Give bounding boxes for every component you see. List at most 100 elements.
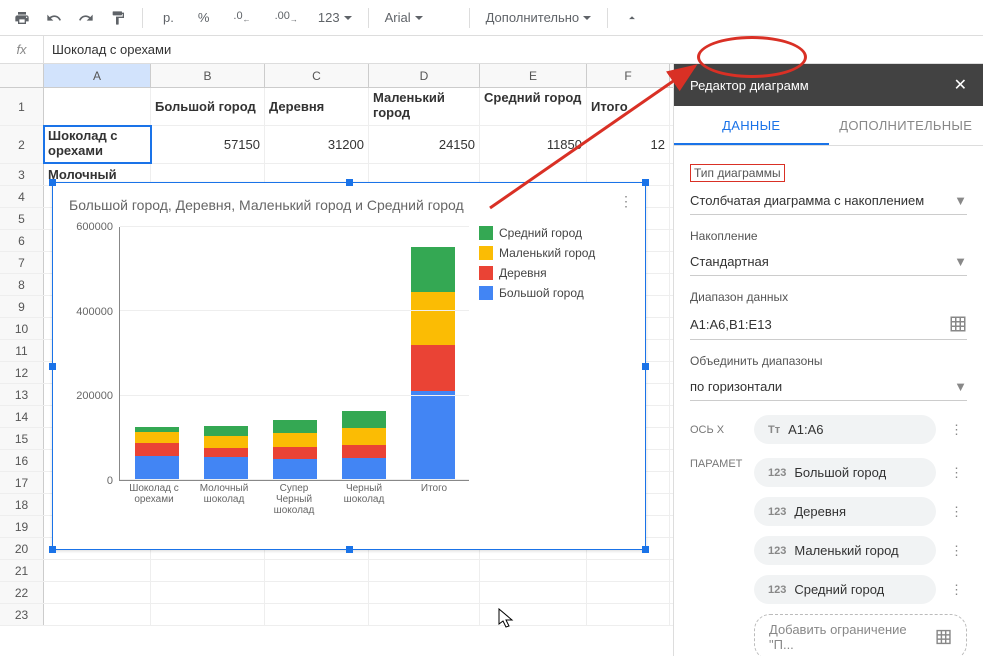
series-chip[interactable]: 123Большой город (754, 458, 936, 487)
table-cell[interactable] (587, 604, 670, 625)
stacking-dropdown[interactable]: Стандартная▼ (690, 248, 967, 276)
table-cell[interactable] (44, 582, 151, 603)
column-header-F[interactable]: F (587, 64, 670, 87)
print-button[interactable] (8, 4, 36, 32)
table-cell[interactable] (151, 560, 265, 581)
toolbar: р. % .0← .00→ 123 Arial Дополнительно (0, 0, 983, 36)
row-header[interactable]: 2 (0, 126, 44, 163)
table-cell[interactable]: 11850 (480, 126, 587, 163)
table-cell[interactable] (369, 560, 480, 581)
table-cell[interactable] (587, 582, 670, 603)
series-chip-menu[interactable]: ⋮ (946, 543, 967, 559)
table-cell[interactable]: 12 (587, 126, 670, 163)
row-header[interactable]: 11 (0, 340, 44, 361)
row-header[interactable]: 21 (0, 560, 44, 581)
undo-button[interactable] (40, 4, 68, 32)
increase-decimal-button[interactable]: .00→ (265, 4, 308, 32)
row-header[interactable]: 22 (0, 582, 44, 603)
chart-object[interactable]: ⋮ Большой город, Деревня, Маленький горо… (52, 182, 646, 550)
row-header[interactable]: 15 (0, 428, 44, 449)
xaxis-chip-menu[interactable]: ⋮ (946, 422, 967, 438)
series-chip[interactable]: 123Средний город (754, 575, 936, 604)
row-header[interactable]: 8 (0, 274, 44, 295)
chart-type-dropdown[interactable]: Столбчатая диаграмма с накоплением▼ (690, 187, 967, 215)
percent-format-button[interactable]: % (188, 4, 220, 32)
row-header[interactable]: 3 (0, 164, 44, 185)
data-range-input[interactable]: A1:A6,B1:E13 (690, 309, 967, 340)
bar-segment (204, 457, 248, 480)
row-header[interactable]: 4 (0, 186, 44, 207)
row-header[interactable]: 12 (0, 362, 44, 383)
close-panel-button[interactable]: ✕ (954, 75, 967, 95)
format-number-dropdown[interactable]: 123 (312, 4, 358, 32)
table-cell[interactable]: Маленький город (369, 88, 480, 125)
table-cell[interactable] (44, 604, 151, 625)
table-cell[interactable] (480, 604, 587, 625)
xaxis-chip[interactable]: ТтA1:A6 (754, 415, 936, 444)
row-header[interactable]: 17 (0, 472, 44, 493)
tab-customize[interactable]: ДОПОЛНИТЕЛЬНЫЕ (829, 106, 983, 145)
toolbar-overflow-button[interactable] (618, 4, 646, 32)
row-header[interactable]: 13 (0, 384, 44, 405)
table-cell[interactable]: Средний город (480, 88, 587, 125)
row-header[interactable]: 10 (0, 318, 44, 339)
column-header-B[interactable]: B (151, 64, 265, 87)
series-chip-menu[interactable]: ⋮ (946, 582, 967, 598)
series-chip[interactable]: 123Деревня (754, 497, 936, 526)
table-cell[interactable] (44, 88, 151, 125)
x-axis-label: Шоколад с орехами (124, 481, 184, 509)
chart-menu-button[interactable]: ⋮ (613, 189, 639, 214)
more-formats-dropdown[interactable]: Дополнительно (480, 4, 598, 32)
merge-ranges-dropdown[interactable]: по горизонтали▼ (690, 373, 967, 401)
currency-format-button[interactable]: р. (153, 4, 184, 32)
table-cell[interactable]: Большой город (151, 88, 265, 125)
table-cell[interactable] (151, 604, 265, 625)
row-header[interactable]: 9 (0, 296, 44, 317)
table-cell[interactable] (265, 582, 369, 603)
redo-button[interactable] (72, 4, 100, 32)
row-header[interactable]: 20 (0, 538, 44, 559)
row-header[interactable]: 6 (0, 230, 44, 251)
row-header[interactable]: 18 (0, 494, 44, 515)
row-header[interactable]: 1 (0, 88, 44, 125)
legend-item: Маленький город (479, 243, 629, 263)
font-dropdown[interactable]: Arial (379, 4, 459, 32)
row-header[interactable]: 16 (0, 450, 44, 471)
table-row: 21 (0, 560, 673, 582)
series-chip-menu[interactable]: ⋮ (946, 504, 967, 520)
decrease-decimal-button[interactable]: .0← (223, 4, 260, 32)
table-cell[interactable] (480, 582, 587, 603)
table-cell[interactable]: Деревня (265, 88, 369, 125)
add-series-button[interactable]: Добавить ограничение "П... (754, 614, 967, 656)
series-chip-menu[interactable]: ⋮ (946, 465, 967, 481)
row-header[interactable]: 14 (0, 406, 44, 427)
series-chip[interactable]: 123Маленький город (754, 536, 936, 565)
table-cell[interactable] (265, 560, 369, 581)
column-header-C[interactable]: C (265, 64, 369, 87)
paint-format-button[interactable] (104, 4, 132, 32)
table-cell[interactable] (369, 604, 480, 625)
row-header[interactable]: 19 (0, 516, 44, 537)
column-header-E[interactable]: E (480, 64, 587, 87)
row-header[interactable]: 7 (0, 252, 44, 273)
select-all-corner[interactable] (0, 64, 44, 87)
table-cell[interactable] (587, 560, 670, 581)
tab-data[interactable]: ДАННЫЕ (674, 106, 829, 145)
table-cell[interactable] (369, 582, 480, 603)
table-cell[interactable] (44, 560, 151, 581)
table-cell[interactable]: Шоколад с орехами (44, 126, 151, 163)
table-cell[interactable]: 57150 (151, 126, 265, 163)
table-cell[interactable] (265, 604, 369, 625)
column-header-D[interactable]: D (369, 64, 480, 87)
grid-select-icon[interactable] (949, 315, 967, 333)
table-cell[interactable]: 31200 (265, 126, 369, 163)
row-header[interactable]: 5 (0, 208, 44, 229)
row-header[interactable]: 23 (0, 604, 44, 625)
table-cell[interactable] (480, 560, 587, 581)
table-cell[interactable]: Итого (587, 88, 670, 125)
table-cell[interactable]: 24150 (369, 126, 480, 163)
column-header-A[interactable]: A (44, 64, 151, 87)
formula-input[interactable]: Шоколад с орехами (44, 42, 171, 57)
table-cell[interactable] (151, 582, 265, 603)
spreadsheet-area[interactable]: ABCDEF 1Большой городДеревняМаленький го… (0, 64, 673, 656)
